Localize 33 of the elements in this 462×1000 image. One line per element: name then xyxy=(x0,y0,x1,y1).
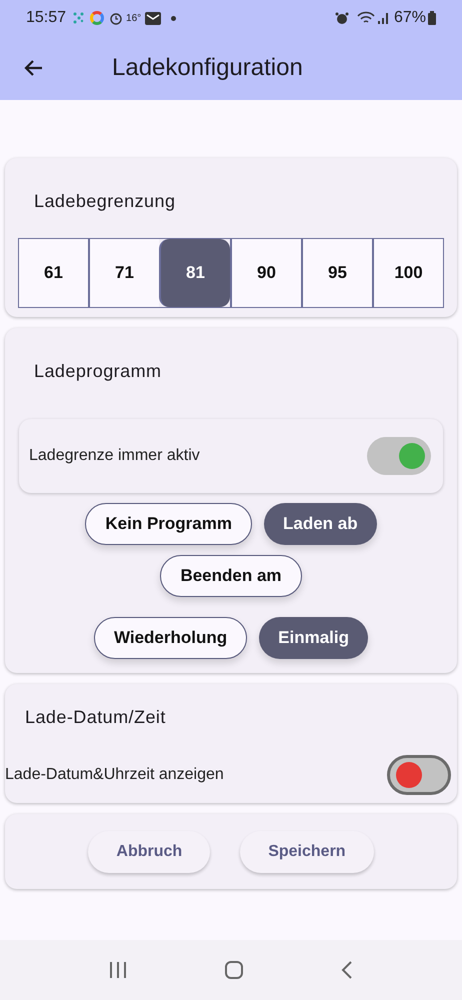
battery-icon xyxy=(428,11,436,25)
program-chip[interactable]: Kein Programm xyxy=(85,503,252,545)
toggle-switch[interactable] xyxy=(387,755,451,795)
recent-apps-icon[interactable] xyxy=(108,960,128,980)
limit-option[interactable]: 71 xyxy=(88,239,159,307)
program-chip[interactable]: Laden ab xyxy=(264,503,377,545)
section-title: Ladeprogramm xyxy=(34,360,162,383)
battery-percentage: 67% xyxy=(394,8,426,28)
limit-option[interactable]: 81 xyxy=(159,239,230,307)
limit-option[interactable]: 100 xyxy=(372,239,443,307)
status-time: 15:57 xyxy=(26,8,66,28)
toggle-switch[interactable] xyxy=(367,437,431,475)
action-button[interactable]: Abbruch xyxy=(88,830,210,872)
back-icon[interactable] xyxy=(340,960,354,980)
mail-icon xyxy=(145,12,162,24)
google-logo-icon xyxy=(90,11,104,25)
wifi-icon xyxy=(356,11,375,25)
limit-option[interactable]: 61 xyxy=(19,239,88,307)
home-icon[interactable] xyxy=(224,960,244,980)
switch-label: Ladegrenze immer aktiv xyxy=(29,446,201,466)
switch-label: Lade-Datum&Uhrzeit anzeigen xyxy=(5,765,225,785)
program-chip[interactable]: Beenden am xyxy=(160,555,302,597)
signal-icon xyxy=(378,11,390,25)
app-dots-icon xyxy=(72,11,86,25)
action-button[interactable]: Speichern xyxy=(240,830,374,872)
program-chip[interactable]: Einmalig xyxy=(259,617,368,659)
program-chip[interactable]: Wiederholung xyxy=(94,617,248,659)
section-title: Ladebegrenzung xyxy=(34,190,176,213)
limit-option[interactable]: 90 xyxy=(230,239,301,307)
section-title: Lade-Datum/Zeit xyxy=(25,706,167,729)
temperature-text: 16° xyxy=(126,12,142,26)
page-title: Ladekonfiguration xyxy=(112,53,303,83)
limit-option[interactable]: 95 xyxy=(301,239,372,307)
